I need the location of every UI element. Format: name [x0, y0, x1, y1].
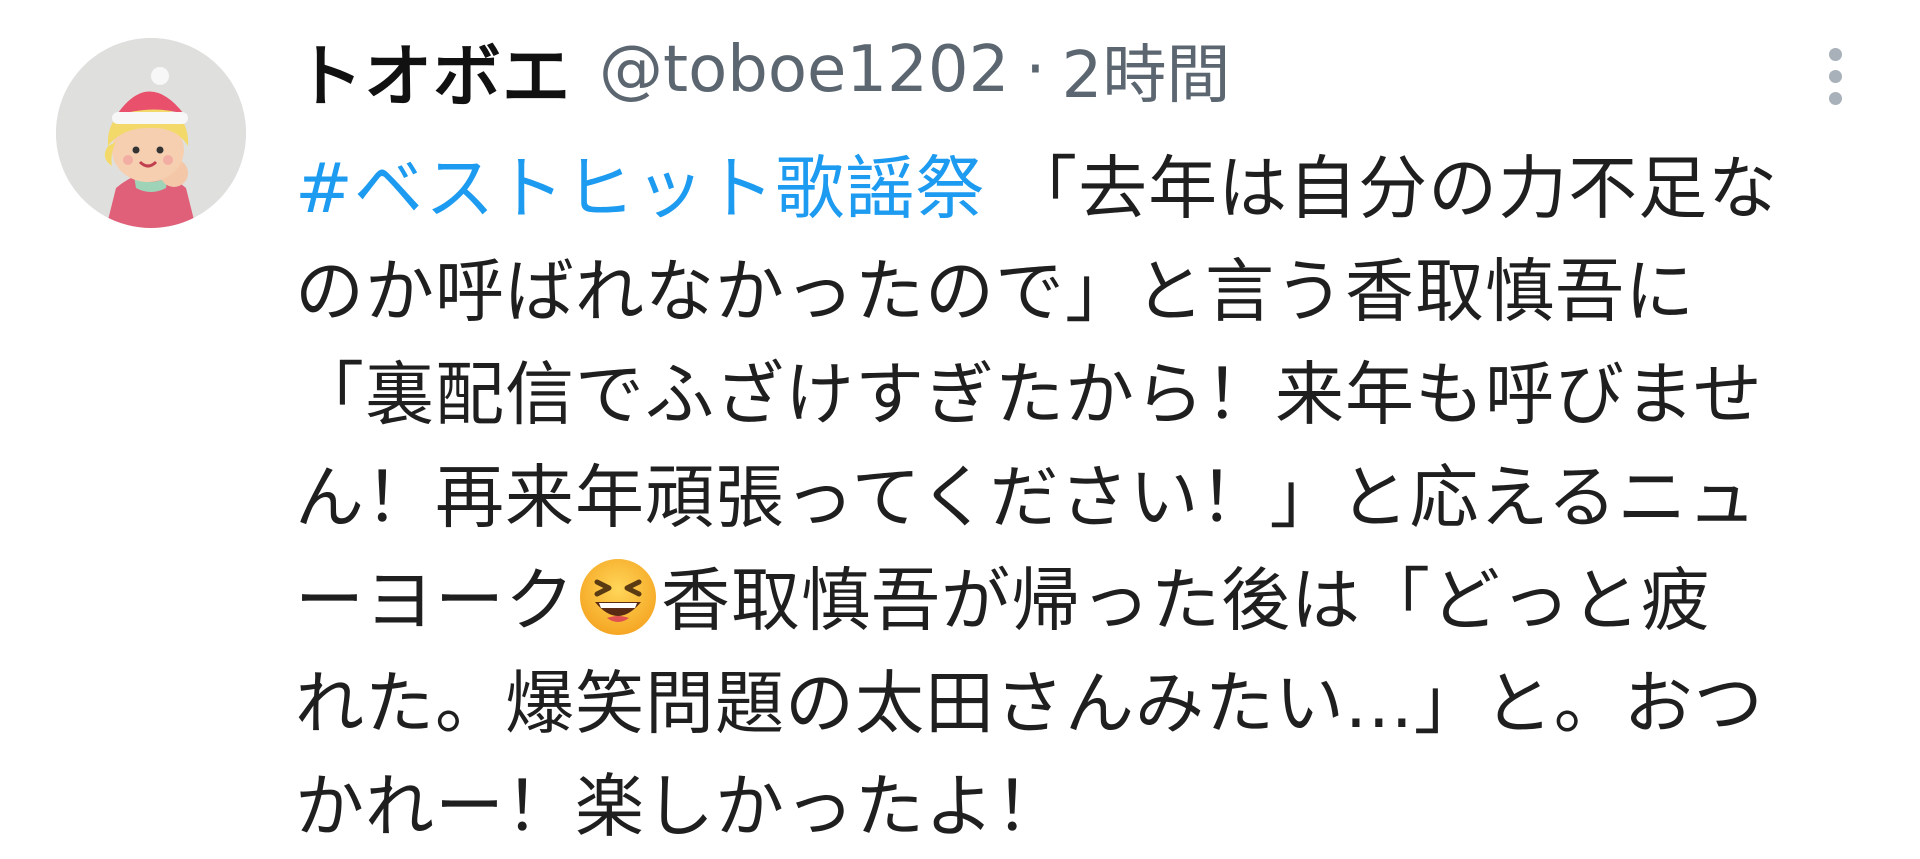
display-name[interactable]: トオボエ [295, 21, 571, 120]
tweet-line-text: ーヨーク [295, 561, 575, 641]
tweet-line-text: 「去年は自分の力不足な [985, 149, 1779, 229]
tweet-line: ーヨーク 香取慎吾が帰った後は「どっと疲 [295, 550, 1875, 653]
tweet-line-text: 香取慎吾が帰った後は「どっと疲 [661, 561, 1711, 641]
tweet-line: のか呼ばれなかったので」と言う香取慎吾に [295, 252, 1695, 332]
tweet-line: #ベストヒット歌謡祭 「去年は自分の力不足な [295, 138, 1875, 241]
tweet-line: かれー！楽しかったよ！ [295, 767, 1065, 847]
dot [1828, 48, 1842, 61]
dot [1828, 92, 1842, 105]
dot [1828, 70, 1842, 83]
timestamp[interactable]: 2時間 [1062, 24, 1231, 116]
figurine-avatar-icon [56, 38, 246, 228]
separator-dot: · [1025, 33, 1046, 107]
avatar[interactable] [56, 38, 246, 228]
tweet-content: トオボエ @toboe1202 · 2時間 #ベストヒット歌謡祭 「去年は自分の… [295, 20, 1875, 859]
user-handle[interactable]: @toboe1202 [599, 33, 1009, 107]
laughing-squinting-face-icon [577, 556, 659, 638]
tweet-line: ん！再来年頑張ってください！」と応えるニュ [295, 458, 1758, 538]
tweet-text: #ベストヒット歌謡祭 「去年は自分の力不足な のか呼ばれなかったので」と言う香取… [295, 138, 1875, 859]
tweet[interactable]: トオボエ @toboe1202 · 2時間 #ベストヒット歌謡祭 「去年は自分の… [0, 0, 1920, 847]
tweet-line: 「裏配信でふざけすぎたから！来年も呼びませ [295, 355, 1763, 435]
vertical-ellipsis-icon[interactable] [1815, 48, 1855, 108]
hashtag-link[interactable]: #ベストヒット歌謡祭 [295, 149, 985, 229]
tweet-line: れた。爆笑問題の太田さんみたい...」と。おつ [295, 664, 1764, 744]
tweet-header: トオボエ @toboe1202 · 2時間 [295, 20, 1875, 120]
